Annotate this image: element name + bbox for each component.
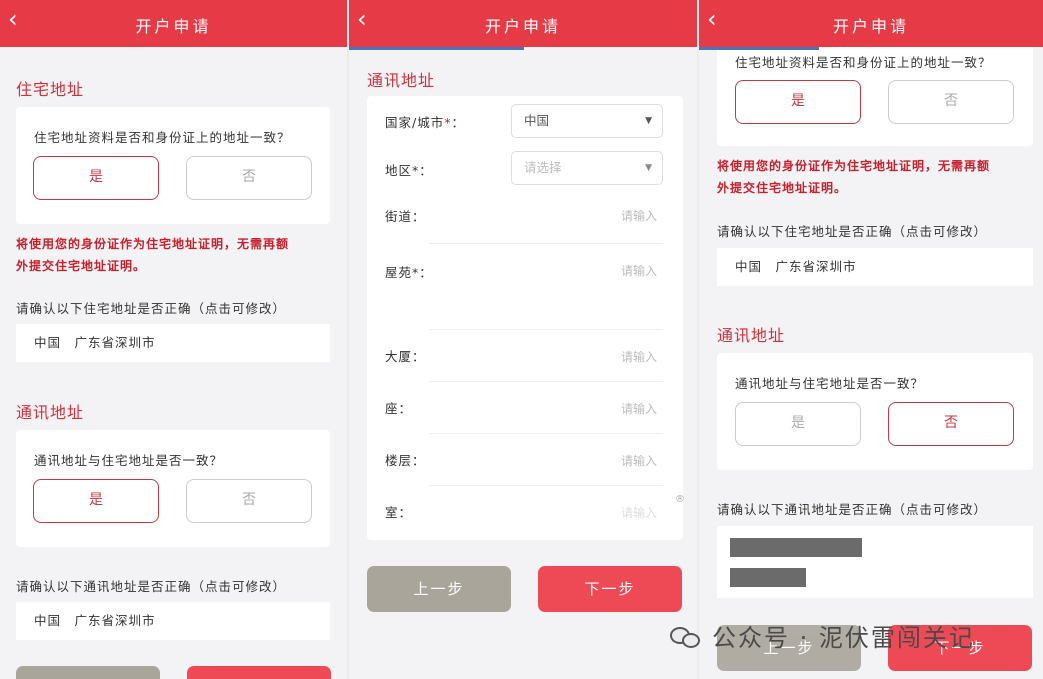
- prev-step-button[interactable]: 上一步: [367, 566, 511, 612]
- mailing-question-card: 通讯地址与住宅地址是否一致？ 是 否: [717, 353, 1033, 470]
- block-row[interactable]: 座： 请输入: [367, 382, 683, 434]
- residential-yes-button[interactable]: 是: [735, 80, 861, 124]
- residential-question: 住宅地址资料是否和身份证上的地址一致？: [34, 130, 291, 145]
- page-title: 开户申请: [484, 17, 561, 36]
- mailing-no-button[interactable]: 否: [888, 402, 1014, 446]
- residential-yes-button[interactable]: 是: [33, 156, 159, 200]
- mailing-section-title: 通讯地址: [16, 403, 85, 422]
- block-input[interactable]: 请输入: [621, 400, 657, 417]
- mailing-section-title: 通讯地址: [367, 71, 436, 90]
- mailing-confirm-label: 请确认以下通讯地址是否正确（点击可修改）: [16, 579, 287, 594]
- street-label: 街道：: [385, 209, 426, 224]
- mailing-address-field[interactable]: 中国 广东省深圳市: [16, 602, 330, 640]
- mailing-address-form: 国家/城市*： 中国 ▼ 地区*： 请选择 ▼ 街道： 请输入 屋苑*： 请输入 大…: [367, 96, 683, 540]
- country-select[interactable]: 中国 ▼: [511, 104, 663, 138]
- page-title: 开户申请: [832, 17, 909, 36]
- building-input[interactable]: 请输入: [621, 348, 657, 365]
- app-header: ‹ 开户申请: [0, 0, 347, 47]
- redacted-block: [730, 538, 862, 557]
- street-row[interactable]: 街道： 请输入: [367, 192, 683, 244]
- mailing-question: 通讯地址与住宅地址是否一致？: [34, 453, 224, 468]
- country-label: 国家/城市*：: [385, 115, 465, 130]
- watermark: 公众号 · 泥伏雷闯关记: [670, 618, 975, 653]
- room-input[interactable]: 请输入: [621, 504, 657, 521]
- note-line-1: 将使用您的身份证作为住宅地址证明，无需再额: [16, 237, 290, 251]
- wechat-icon: [670, 625, 704, 649]
- mailing-address-field[interactable]: [717, 526, 1033, 598]
- note-line-1: 将使用您的身份证作为住宅地址证明，无需再额: [717, 159, 991, 173]
- residential-question-card: 住宅地址资料是否和身份证上的地址一致？ 是 否: [717, 44, 1033, 146]
- redacted-block: [730, 568, 806, 587]
- screen-mailing-address-form: ‹ 开户申请 通讯地址 国家/城市*： 中国 ▼ 地区*： 请选择 ▼ 街道： 请输…: [349, 0, 697, 679]
- screen-mailing-address-differs: 住宅地址资料是否和身份证上的地址一致？ 是 否 ‹ 开户申请 将使用您的身份证作…: [699, 0, 1043, 679]
- room-label: 室：: [385, 505, 413, 520]
- mailing-confirm-label: 请确认以下通讯地址是否正确（点击可修改）: [717, 502, 988, 517]
- estate-row[interactable]: 屋苑*： 请输入: [367, 244, 683, 330]
- mailing-yes-button[interactable]: 是: [33, 479, 159, 523]
- mailing-no-button[interactable]: 否: [186, 479, 312, 523]
- residential-address-field[interactable]: 中国 广东省深圳市: [717, 248, 1033, 286]
- region-row: 地区*： 请选择 ▼: [367, 144, 683, 192]
- residential-confirm-label: 请确认以下住宅地址是否正确（点击可修改）: [717, 224, 988, 239]
- residential-address-field[interactable]: 中国 广东省深圳市: [16, 324, 330, 362]
- app-header: ‹ 开户申请: [349, 0, 697, 47]
- mailing-question: 通讯地址与住宅地址是否一致？: [735, 376, 925, 391]
- dropdown-arrow-icon: ▼: [645, 116, 652, 126]
- residential-proof-note: 将使用您的身份证作为住宅地址证明，无需再额 外提交住宅地址证明。: [717, 155, 990, 199]
- dropdown-arrow-icon: ▼: [645, 163, 652, 173]
- registered-mark: ®: [675, 494, 685, 505]
- floor-row[interactable]: 楼层： 请输入: [367, 434, 683, 486]
- country-row: 国家/城市*： 中国 ▼: [367, 96, 683, 144]
- watermark-text: 公众号 · 泥伏雷闯关记: [712, 624, 975, 652]
- residential-confirm-label: 请确认以下住宅地址是否正确（点击可修改）: [16, 301, 287, 316]
- prev-step-button[interactable]: [16, 666, 160, 679]
- floor-input[interactable]: 请输入: [621, 452, 657, 469]
- progress-bar: [699, 47, 819, 50]
- region-select[interactable]: 请选择 ▼: [511, 151, 663, 185]
- region-label: 地区*：: [385, 163, 433, 178]
- residential-question: 住宅地址资料是否和身份证上的地址一致？: [735, 55, 992, 70]
- mailing-question-card: 通讯地址与住宅地址是否一致？ 是 否: [16, 430, 330, 547]
- progress-bar: [349, 47, 524, 50]
- note-line-2: 外提交住宅地址证明。: [717, 181, 848, 195]
- street-input[interactable]: 请输入: [621, 207, 657, 224]
- residential-proof-note: 将使用您的身份证作为住宅地址证明，无需再额 外提交住宅地址证明。: [16, 233, 289, 277]
- page-title: 开户申请: [135, 17, 212, 36]
- residential-question-card: 住宅地址资料是否和身份证上的地址一致？ 是 否: [16, 107, 330, 224]
- note-line-2: 外提交住宅地址证明。: [16, 259, 147, 273]
- residential-no-button[interactable]: 否: [186, 156, 312, 200]
- estate-label: 屋苑*：: [385, 265, 433, 280]
- room-row[interactable]: 室： 请输入: [367, 486, 683, 538]
- screen-residential-address: ‹ 开户申请 住宅地址 住宅地址资料是否和身份证上的地址一致？ 是 否 将使用您…: [0, 0, 347, 679]
- residential-section-title: 住宅地址: [16, 80, 85, 99]
- building-label: 大厦：: [385, 349, 426, 364]
- residential-no-button[interactable]: 否: [888, 80, 1014, 124]
- next-step-button[interactable]: [187, 666, 331, 679]
- app-header: ‹ 开户申请: [699, 0, 1043, 47]
- mailing-yes-button[interactable]: 是: [735, 402, 861, 446]
- block-label: 座：: [385, 401, 413, 416]
- floor-label: 楼层：: [385, 453, 426, 468]
- mailing-section-title: 通讯地址: [717, 326, 786, 345]
- building-row[interactable]: 大厦： 请输入: [367, 330, 683, 382]
- estate-input[interactable]: 请输入: [621, 262, 657, 279]
- next-step-button[interactable]: 下一步: [538, 566, 682, 612]
